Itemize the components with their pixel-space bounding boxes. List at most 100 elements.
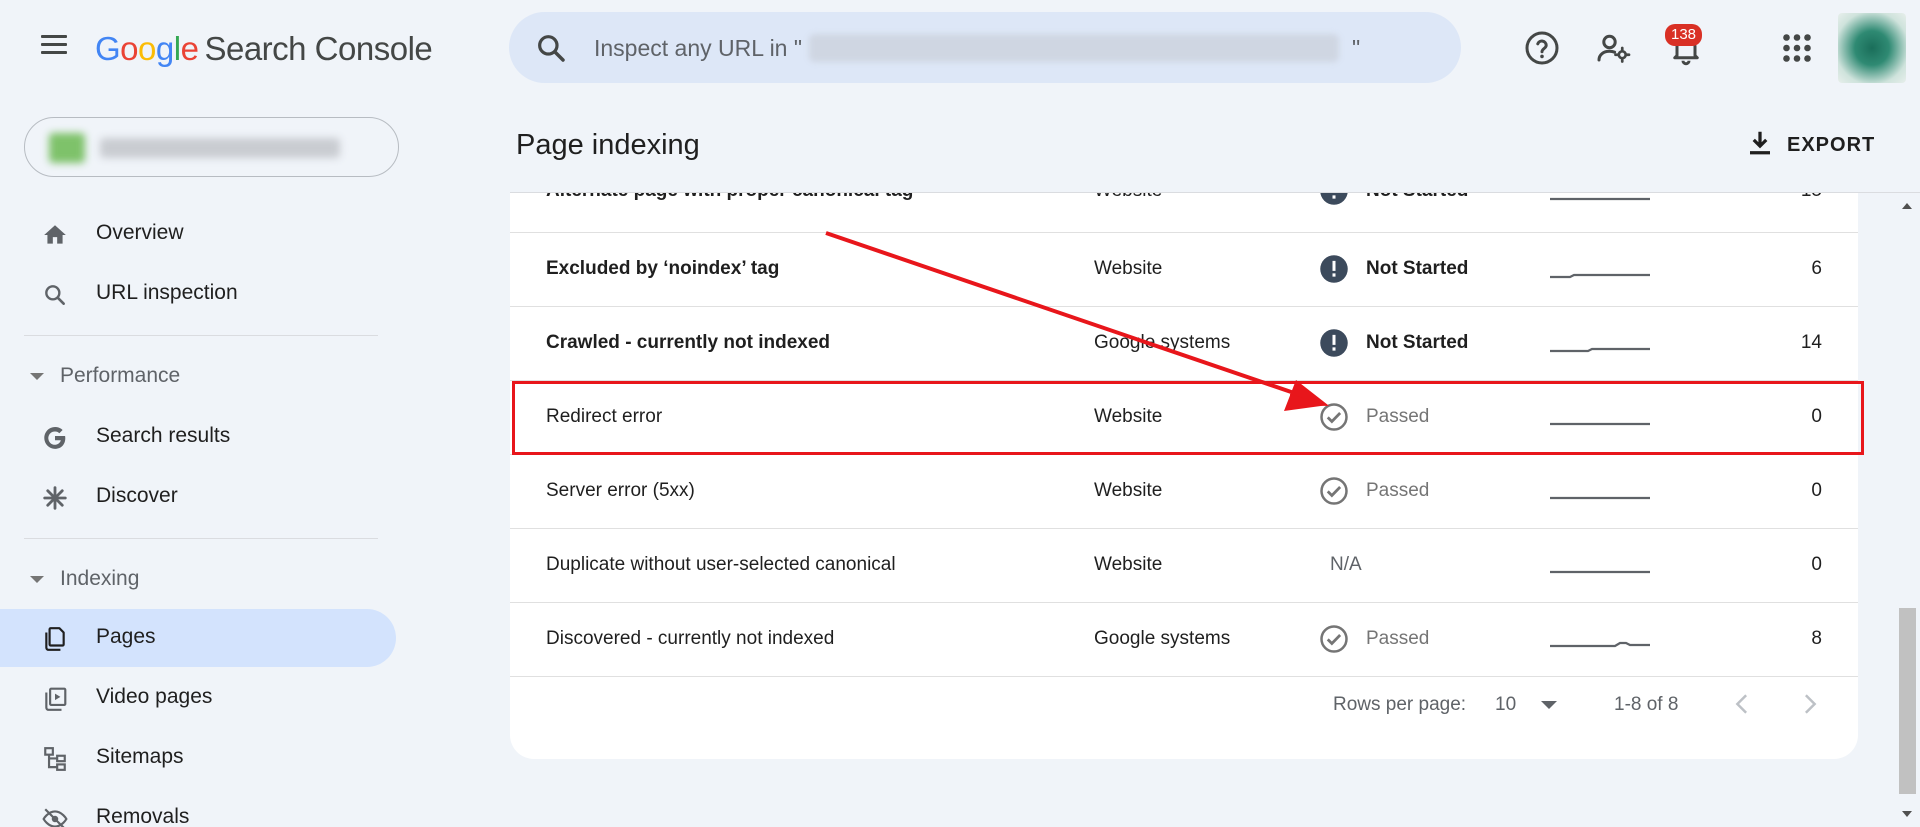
main-menu-icon[interactable] [34,30,74,66]
logo-letter: o [138,30,156,67]
table-row[interactable]: Duplicate without user-selected canonica… [510,530,1858,603]
home-icon [44,225,66,244]
search-icon [45,285,65,305]
logo-letter: e [180,30,199,67]
sidebar-divider [24,538,378,539]
sidebar-item-removals[interactable]: Removals [0,789,396,827]
pages-count: 15 [1801,193,1822,202]
sidebar-item-label: Overview [96,221,184,244]
indexing-reasons-table: Alternate page with proper canonical tag… [510,193,1858,759]
table-row[interactable]: Redirect error Website Passed 0 [510,382,1858,455]
url-inspection-search-bar[interactable]: Inspect any URL in " " [509,12,1461,83]
source-cell: Website [1094,554,1163,575]
pages-count: 6 [1811,258,1822,279]
validation-status: Passed [1366,480,1430,501]
help-icon[interactable] [1524,30,1560,66]
apps-grid-icon[interactable] [1779,30,1815,66]
sidebar-section-label: Performance [60,364,181,387]
search-console-logo[interactable]: Google Search Console [95,30,433,68]
rows-per-page-select[interactable]: 10 [1495,694,1516,716]
search-placeholder-closing-quote: " [1352,35,1361,61]
sidebar-item-label: URL inspection [96,281,238,304]
check-circle-icon [1320,403,1348,431]
page-title: Page indexing [516,129,700,161]
pages-icon [45,627,65,651]
warning-icon [1320,329,1348,357]
trend-sparkline [1550,347,1650,353]
reason-cell: Discovered - currently not indexed [546,628,835,649]
logo-letter: o [120,30,139,67]
sidebar-section-label: Indexing [60,567,140,590]
table-row[interactable]: Excluded by ‘noindex’ tag Website Not St… [510,234,1858,307]
source-cell: Google systems [1094,332,1231,353]
table-row[interactable]: Crawled - currently not indexed Google s… [510,308,1858,381]
property-selector[interactable] [24,117,399,177]
chevron-left-icon[interactable] [1728,689,1758,719]
chevron-down-icon [30,576,44,583]
chevron-down-icon[interactable] [1541,701,1557,709]
reason-cell: Excluded by ‘noindex’ tag [546,258,780,279]
warning-icon [1320,255,1348,283]
validation-status: N/A [1330,554,1362,575]
table-row[interactable]: Server error (5xx) Website Passed 0 [510,456,1858,529]
source-cell: Website [1094,406,1163,427]
source-cell: Website [1094,193,1162,202]
asterisk-icon [43,486,67,510]
sitemap-icon [44,747,66,771]
download-icon [1750,131,1770,155]
sidebar-item-overview[interactable]: Overview [0,205,396,263]
export-label: EXPORT [1787,134,1876,156]
sidebar-item-search-results[interactable]: Search results [0,408,396,466]
search-placeholder[interactable]: Inspect any URL in " [594,35,802,62]
sidebar-item-label: Video pages [96,685,213,708]
trend-sparkline [1550,570,1650,574]
reason-cell: Redirect error [546,406,663,427]
trend-sparkline [1550,496,1650,500]
source-cell: Website [1094,258,1163,279]
account-avatar[interactable] [1838,13,1906,83]
logo-letter: l [173,30,181,67]
rows-per-page-label: Rows per page: [1333,694,1467,715]
trend-sparkline [1550,641,1650,648]
sidebar-item-pages[interactable]: Pages [0,609,396,667]
manage-users-icon[interactable] [1596,30,1632,66]
trend-sparkline [1550,422,1650,426]
sidebar-item-discover[interactable]: Discover [0,468,396,526]
chevron-down-icon [30,373,44,380]
chevron-right-icon[interactable] [1794,689,1824,719]
table-row[interactable]: Discovered - currently not indexed Googl… [510,604,1858,677]
source-cell: Website [1094,480,1163,501]
trend-sparkline [1550,273,1650,279]
sidebar-item-label: Pages [96,625,156,648]
sidebar-divider [24,335,378,336]
sidebar-item-url-inspection[interactable]: URL inspection [0,265,396,323]
validation-status: Not Started [1366,193,1468,202]
redacted-property-favicon [49,133,85,163]
validation-status: Not Started [1366,332,1469,353]
sidebar-item-video-pages[interactable]: Video pages [0,669,396,727]
sidebar-item-label: Removals [96,805,190,827]
sidebar-item-label: Search results [96,424,231,447]
scroll-down-arrow-icon[interactable] [1902,811,1912,817]
search-icon [538,35,565,62]
pages-count: 0 [1811,406,1822,427]
table-row[interactable]: Alternate page with proper canonical tag… [510,193,1858,233]
source-cell: Google systems [1094,628,1231,649]
pages-count: 0 [1811,554,1822,575]
pagination-range: 1-8 of 8 [1614,694,1679,715]
scroll-up-arrow-icon[interactable] [1902,203,1912,209]
main-scrollbar[interactable] [1895,193,1920,827]
redacted-property-name [100,138,340,158]
sidebar-item-sitemaps[interactable]: Sitemaps [0,729,396,787]
logo-letter: g [155,30,174,67]
removals-icon [42,808,68,827]
reason-cell: Crawled - currently not indexed [546,332,830,353]
validation-status: Not Started [1366,258,1469,279]
scrollbar-thumb[interactable] [1899,608,1916,794]
warning-icon [1320,193,1348,205]
sidebar-item-label: Discover [96,484,178,507]
pages-count: 14 [1800,332,1822,353]
reason-cell: Alternate page with proper canonical tag [546,193,913,202]
reason-cell: Duplicate without user-selected canonica… [546,554,896,575]
check-circle-icon [1320,625,1348,653]
